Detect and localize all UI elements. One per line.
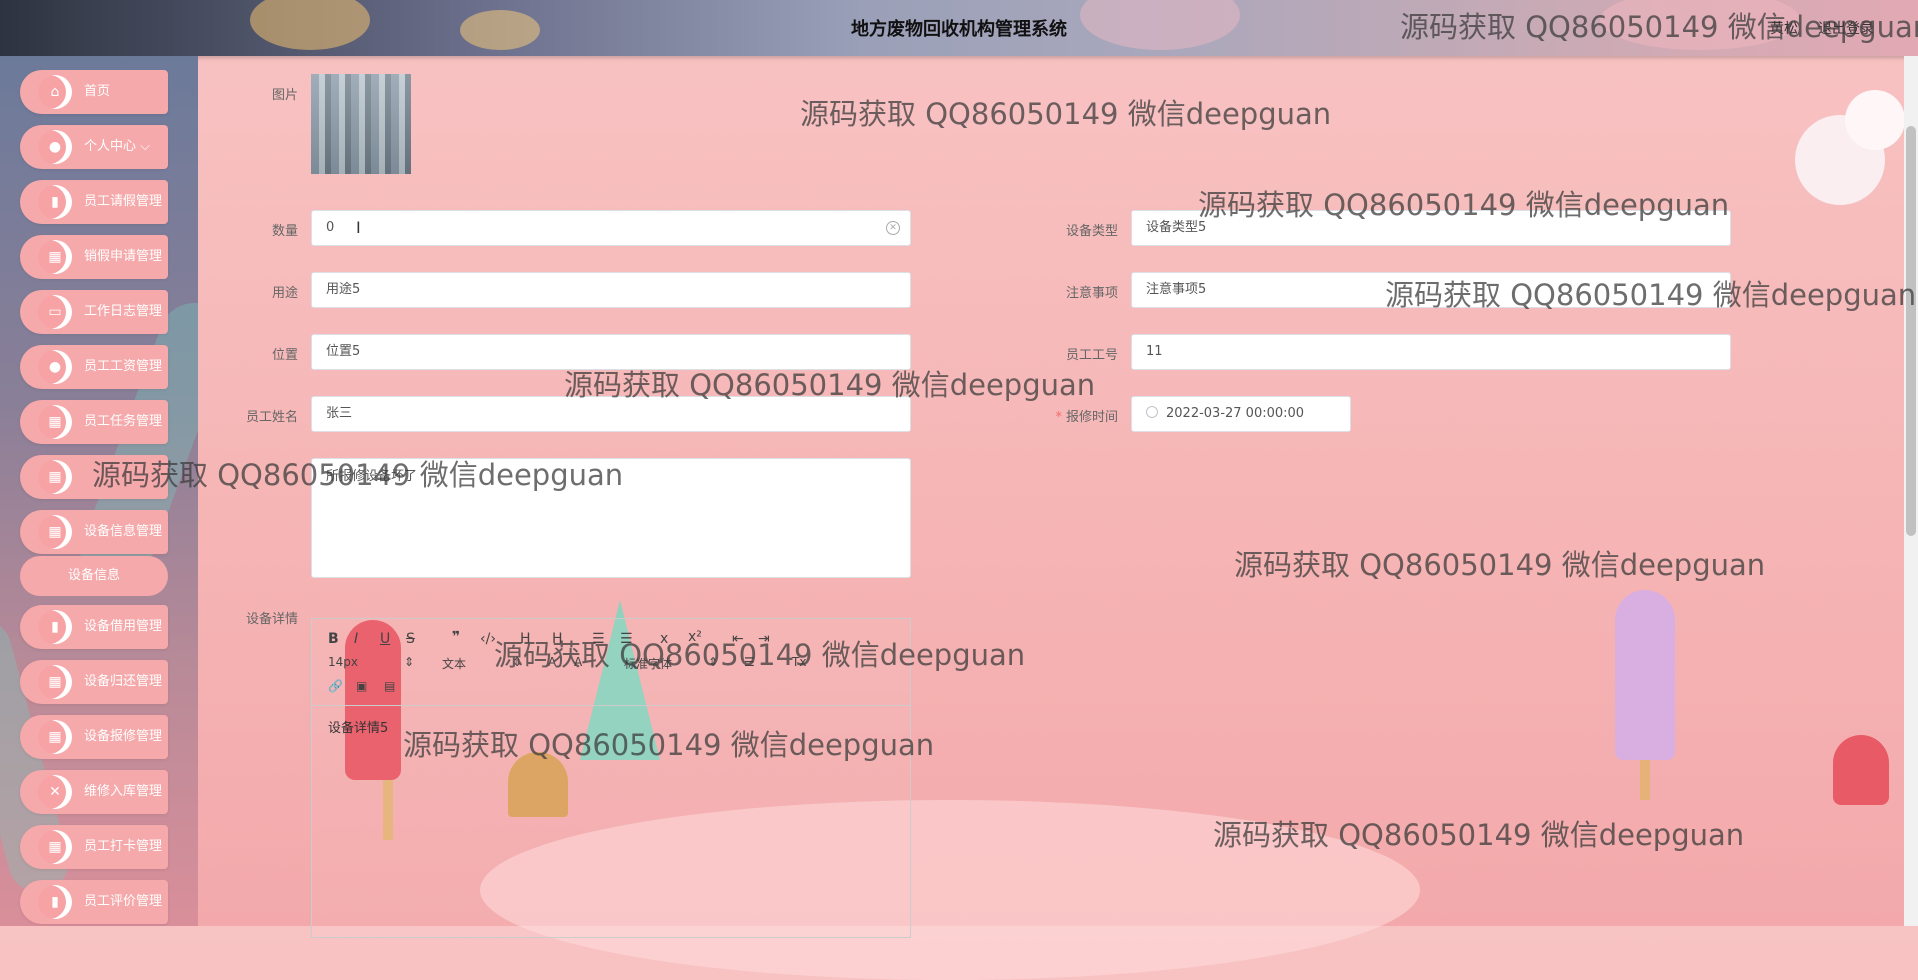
image-icon[interactable]: ▣	[356, 679, 367, 693]
font-size-select[interactable]: 14px	[328, 655, 358, 669]
quote-icon[interactable]: ❞	[452, 629, 460, 645]
clock-icon	[1146, 406, 1158, 418]
sidebar-item-evaluation[interactable]: ▮ 员工评价管理	[20, 880, 168, 924]
sidebar-item-device-borrow[interactable]: ▮ 设备借用管理	[20, 605, 168, 649]
page-scrollbar[interactable]	[1904, 56, 1918, 926]
font-size-chevron-icon: ⇕	[404, 655, 415, 669]
location-label: 位置	[271, 348, 298, 363]
sidebar-item-label: 首页	[84, 84, 111, 99]
usage-field[interactable]: 用途5	[311, 272, 911, 308]
sidebar-item-repair-storage[interactable]: ✕ 维修入库管理	[20, 770, 168, 814]
notes-label: 注意事项	[1065, 286, 1118, 301]
sidebar-item-salary[interactable]: ● 员工工资管理	[20, 345, 168, 389]
sidebar-item-label: 员工请假管理	[84, 194, 163, 209]
watermark: 源码获取 QQ86050149 微信deepguan	[564, 368, 1096, 402]
clipboard-icon: ▮	[38, 885, 72, 919]
sidebar-item-label: 设备信息管理	[84, 524, 163, 539]
text-style-select[interactable]: 文本	[442, 655, 466, 672]
clipboard-icon: ▮	[38, 185, 72, 219]
strike-button[interactable]: S	[406, 631, 415, 647]
sidebar-item-personal-center[interactable]: ● 个人中心 ⌵	[20, 125, 168, 169]
grid-icon: ▦	[38, 460, 72, 494]
sidebar-item-label: 设备借用管理	[84, 619, 163, 634]
usage-label: 用途	[271, 286, 298, 301]
grid-icon: ▦	[38, 240, 72, 274]
bold-button[interactable]: B	[328, 631, 339, 647]
sidebar-item-label: 个人中心	[84, 139, 137, 154]
chevron-down-icon: ⌵	[140, 139, 151, 154]
grid-icon: ▦	[38, 720, 72, 754]
watermark: 源码获取 QQ86050149 微信deepguan	[800, 97, 1332, 131]
watermark: 源码获取 QQ86050149 微信deepguan	[403, 728, 935, 762]
sidebar-item-home[interactable]: ⌂ 首页	[20, 70, 168, 114]
sidebar-item-label: 员工打卡管理	[84, 839, 163, 854]
watermark: 源码获取 QQ86050149 微信deepguan	[1198, 188, 1730, 222]
details-label: 设备详情	[245, 612, 298, 627]
clipboard-icon: ▮	[38, 610, 72, 644]
report-time-picker[interactable]: 2022-03-27 00:00:00	[1131, 396, 1351, 432]
clear-icon[interactable]: ✕	[886, 221, 900, 235]
image-label: 图片	[271, 88, 298, 103]
watermark: 源码获取 QQ86050149 微信deepguan	[1234, 548, 1766, 582]
sidebar-item-device-return[interactable]: ▦ 设备归还管理	[20, 660, 168, 704]
sidebar-item-label: 设备归还管理	[84, 674, 163, 689]
editor-content[interactable]: 设备详情5	[328, 717, 388, 736]
sidebar-item-label: 维修入库管理	[84, 784, 163, 799]
underline-button[interactable]: U	[380, 631, 390, 647]
sidebar-item-leave-cancel[interactable]: ▦ 销假申请管理	[20, 235, 168, 279]
sidebar-item-label: 销假申请管理	[84, 249, 163, 264]
sidebar-item-work-log[interactable]: ▭ 工作日志管理	[20, 290, 168, 334]
report-time-value: 2022-03-27 00:00:00	[1166, 406, 1305, 421]
sidebar-item-label: 员工工资管理	[84, 359, 163, 374]
home-icon: ⌂	[38, 75, 72, 109]
sidebar-item-clock-in[interactable]: ▦ 员工打卡管理	[20, 825, 168, 869]
grid-icon: ▦	[38, 830, 72, 864]
employee-no-field[interactable]: 11	[1131, 334, 1731, 370]
device-photo[interactable]	[311, 74, 411, 174]
required-asterisk: *	[1055, 410, 1062, 425]
monitor-icon: ▭	[38, 295, 72, 329]
quantity-field[interactable]: 0 I ✕	[311, 210, 911, 246]
tools-icon: ✕	[38, 775, 72, 809]
watermark: 源码获取 QQ86050149 微信deepguan	[494, 638, 1026, 672]
employee-no-label: 员工工号	[1065, 348, 1118, 363]
user-icon: ●	[38, 350, 72, 384]
sidebar-item-device-repair[interactable]: ▦ 设备报修管理	[20, 715, 168, 759]
submenu-device-info[interactable]: 设备信息	[20, 556, 168, 596]
grid-icon: ▦	[38, 515, 72, 549]
quantity-label: 数量	[271, 224, 298, 239]
watermark: 源码获取 QQ86050149 微信deepguan	[1385, 278, 1917, 312]
sidebar-item-label: 工作日志管理	[84, 304, 163, 319]
device-type-label: 设备类型	[1065, 224, 1118, 239]
video-icon[interactable]: ▤	[384, 679, 395, 693]
scrollbar-thumb[interactable]	[1906, 126, 1916, 536]
sidebar-item-leave[interactable]: ▮ 员工请假管理	[20, 180, 168, 224]
user-icon: ●	[38, 130, 72, 164]
sidebar-item-label: 员工评价管理	[84, 894, 163, 909]
watermark: 源码获取 QQ86050149 微信deepguan	[1213, 818, 1745, 852]
watermark: 源码获取 QQ86050149 微信deepguan	[92, 458, 624, 492]
report-time-label: 报修时间	[1065, 410, 1118, 425]
watermark: 源码获取 QQ86050149 微信deepguan	[1400, 10, 1918, 44]
grid-icon: ▦	[38, 405, 72, 439]
italic-button[interactable]: I	[354, 631, 358, 647]
sidebar-item-device-info[interactable]: ▦ 设备信息管理	[20, 510, 168, 554]
grid-icon: ▦	[38, 665, 72, 699]
quantity-value: 0	[326, 220, 335, 235]
sidebar-item-tasks[interactable]: ▦ 员工任务管理	[20, 400, 168, 444]
sidebar-item-label: 设备报修管理	[84, 729, 163, 744]
sidebar-item-label: 员工任务管理	[84, 414, 163, 429]
text-cursor-icon: I	[356, 218, 361, 237]
link-icon[interactable]: 🔗	[328, 679, 343, 693]
employee-name-label: 员工姓名	[245, 410, 298, 425]
report-time-label-wrap: * 报修时间	[1018, 406, 1118, 425]
